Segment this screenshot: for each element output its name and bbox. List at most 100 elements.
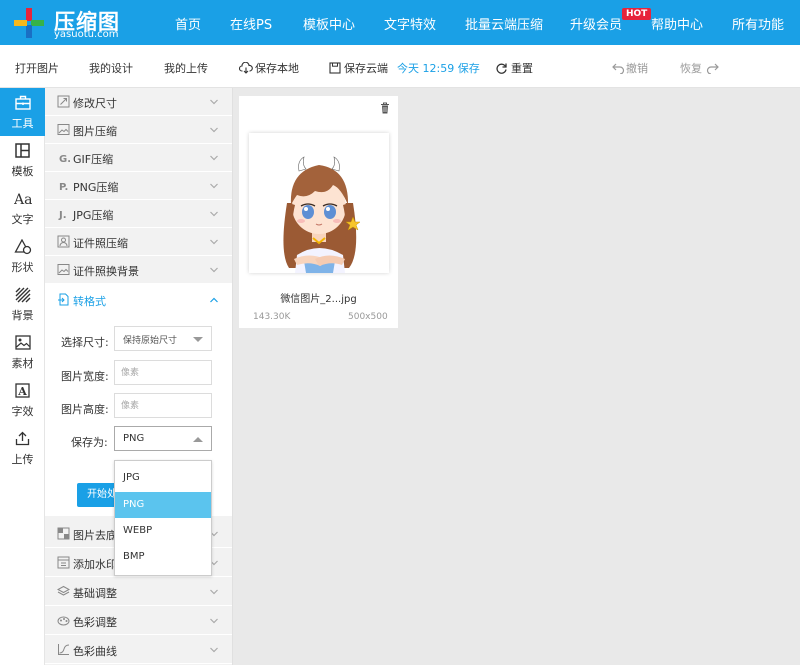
undo-button[interactable]: 撤销 [612,60,648,76]
rail-label-text-effects: 字效 [11,405,34,418]
rail-item-text-effects[interactable]: A 字效 [0,376,45,424]
chevron-down-icon [210,155,218,161]
my-uploads-button[interactable]: 我的上传 [164,60,208,76]
section-convert-format[interactable]: 转格式 [45,284,232,316]
section-convert-format-label: 转格式 [73,295,106,308]
undo-label: 撤销 [626,62,648,75]
section-resize-label: 修改尺寸 [73,97,117,110]
chevron-down-icon [210,99,218,105]
format-option-webp[interactable]: WEBP [115,518,211,544]
rail-label-tools: 工具 [11,117,34,130]
caret-down-icon [193,337,203,342]
section-image-compress-label: 图片压缩 [73,125,117,138]
chevron-down-icon [210,267,218,273]
cartoon-girl-image [283,156,361,273]
chevron-up-icon [210,297,218,303]
save-local-button[interactable]: 保存本地 [239,60,299,76]
nav-batch-compress[interactable]: 批量云端压缩 [465,14,543,33]
section-color-curves[interactable]: 色彩曲线 [45,636,232,664]
height-input[interactable] [114,393,212,418]
nav-templates[interactable]: 模板中心 [303,14,355,33]
rail-item-background[interactable]: 背景 [0,280,45,328]
section-remove-background-label: 图片去底 [73,529,117,542]
save-as-select[interactable]: PNG [114,426,212,451]
rail-item-shapes[interactable]: 形状 [0,232,45,280]
file-name: 微信图片_2...jpg [280,294,357,305]
nav-home[interactable]: 首页 [175,14,201,33]
file-card[interactable]: 微信图片_2...jpg 143.30K 500x500 [239,96,398,328]
section-image-compress[interactable]: 图片压缩 [45,116,232,144]
rail-label-text: 文字 [11,213,34,226]
chevron-down-icon [210,239,218,245]
rail-item-upload[interactable]: 上传 [0,424,45,472]
left-tool-rail: 工具 模板 Aa 文字 形状 背景 素材 A 字效 上传 [0,88,45,665]
format-option-bmp[interactable]: BMP [115,544,211,570]
reset-button[interactable]: 重置 [495,60,533,76]
logo[interactable]: 压缩图 yasuotu.com [14,6,134,42]
save-cloud-label: 保存云端 [344,62,388,75]
svg-text:J.: J. [58,210,67,220]
nav-all-features[interactable]: 所有功能 [732,14,784,33]
save-as-label: 保存为: [71,436,108,449]
section-id-photo-compress[interactable]: 证件照压缩 [45,228,232,256]
png-letter-icon: P. [59,182,68,192]
nav-help[interactable]: 帮助中心 [651,14,703,33]
svg-text:P.: P. [59,182,68,192]
logo-domain: yasuotu.com [54,29,119,40]
chevron-down-icon [210,589,218,595]
format-option-png[interactable]: PNG [115,492,211,518]
save-cloud-button[interactable]: 保存云端 [329,60,388,76]
file-size: 143.30K [253,312,291,322]
nav-upgrade-vip[interactable]: 升级会员 [570,14,622,33]
section-add-watermark-label: 添加水印 [73,558,117,571]
gif-letter-icon: G. [59,154,70,164]
redo-label: 恢复 [680,62,702,75]
upload-icon [15,431,30,446]
rail-item-materials[interactable]: 素材 [0,328,45,376]
section-png-compress[interactable]: P. PNG压缩 [45,172,232,200]
section-color-adjust[interactable]: 色彩调整 [45,607,232,635]
trash-icon[interactable] [380,102,390,114]
image-thumbnail[interactable] [249,133,389,273]
rail-item-templates[interactable]: 模板 [0,136,45,184]
chevron-down-icon [210,183,218,189]
chevron-down-icon [210,647,218,653]
curve-chart-icon [58,644,70,655]
id-card-icon [57,235,70,248]
rail-label-templates: 模板 [11,165,34,178]
rail-label-background: 背景 [11,309,34,322]
floppy-disk-icon [329,62,341,74]
my-uploads-label: 我的上传 [164,62,208,75]
hot-badge: HOT [622,8,652,20]
nav-text-effects[interactable]: 文字特效 [384,14,436,33]
section-jpg-compress[interactable]: J. JPG压缩 [45,200,232,228]
nav-online-ps[interactable]: 在线PS [230,14,272,33]
size-select-value: 保持原始尺寸 [123,336,178,346]
my-designs-button[interactable]: 我的设计 [89,60,133,76]
refresh-icon [496,63,507,74]
size-select[interactable]: 保持原始尺寸 [114,326,212,351]
chevron-down-icon [210,127,218,133]
caret-up-icon [193,437,203,442]
format-option-jpg[interactable]: JPG [115,465,211,491]
section-id-photo-background[interactable]: 证件照换背景 [45,256,232,284]
width-input[interactable] [114,360,212,385]
section-gif-compress[interactable]: G. GIF压缩 [45,144,232,172]
layers-icon [57,585,70,596]
section-basic-adjust-label: 基础调整 [73,587,117,600]
redo-button[interactable]: 恢复 [680,60,719,76]
shapes-icon [13,239,31,255]
file-dimensions: 500x500 [348,312,388,322]
layout-icon [15,143,30,158]
rail-item-text[interactable]: Aa 文字 [0,184,45,232]
section-png-compress-label: PNG压缩 [73,181,119,194]
section-resize[interactable]: 修改尺寸 [45,88,232,116]
jpg-letter-icon: J. [58,210,67,220]
image-icon [14,335,31,350]
rail-item-tools[interactable]: 工具 [0,88,45,136]
undo-icon [612,63,625,74]
open-image-button[interactable]: 打开图片 [15,60,59,76]
cloud-download-icon [239,62,253,74]
hatch-icon [15,287,30,303]
section-basic-adjust[interactable]: 基础调整 [45,578,232,606]
